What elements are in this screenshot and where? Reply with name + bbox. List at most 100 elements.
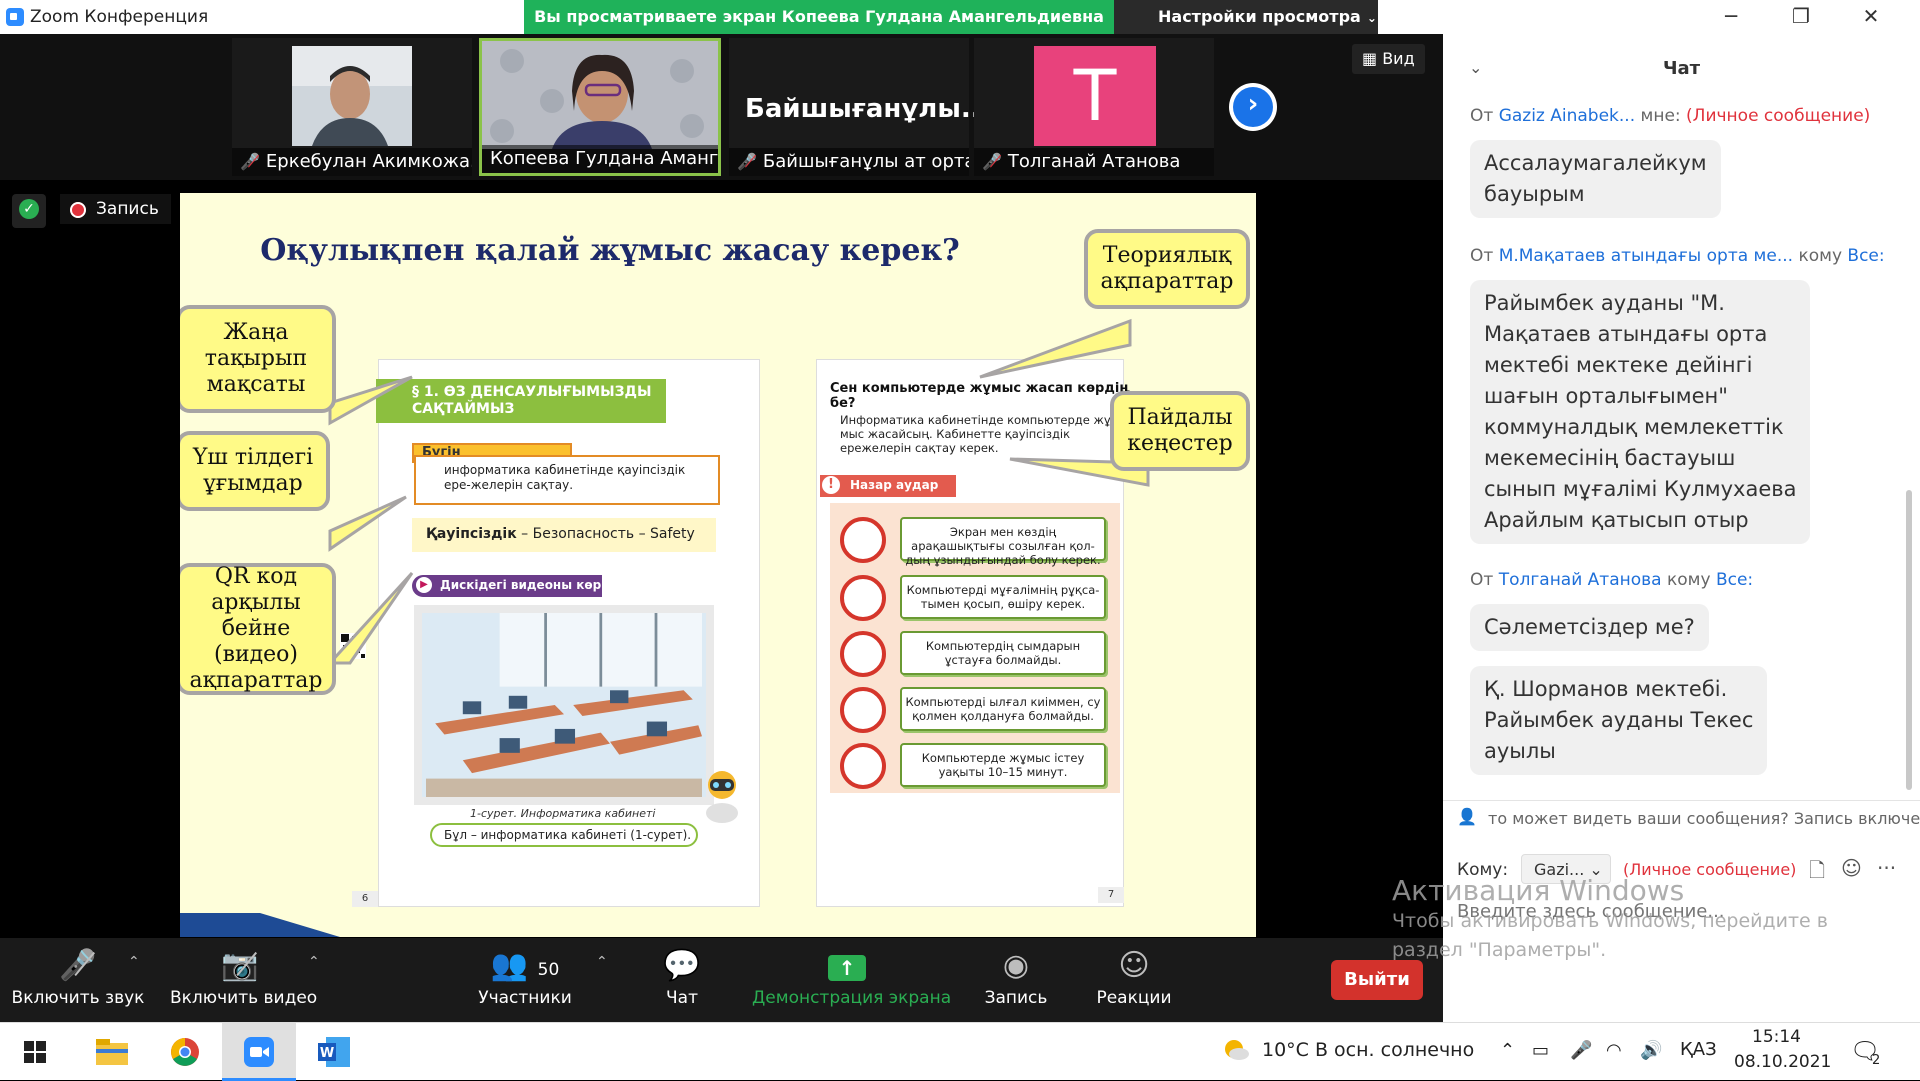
participant-name: 🎤̸ Еркебулан Акимкожа... [232,148,472,176]
chat-privacy-notice[interactable]: то может видеть ваши сообщения? Запись в… [1443,800,1920,834]
unmute-label: Включить звук [11,988,145,1008]
sender-name[interactable]: Gaziz Ainabek... [1499,106,1635,126]
participant-tile[interactable]: T 🎤̸ Толганай Атанова [974,38,1214,176]
message-line: ауылы [1484,739,1556,763]
clock-time[interactable]: 15:14 [1752,1027,1801,1047]
wifi-icon[interactable]: ◠ [1606,1040,1622,1061]
participants-options-caret[interactable]: ⌃ [596,954,608,970]
sender-name[interactable]: Толганай Атанова [1499,570,1662,590]
view-settings-label: Настройки просмотра [1158,7,1361,26]
video-strip [0,34,1443,180]
to-label: Кому: [1457,860,1509,880]
participant-video [482,41,718,149]
view-settings-button[interactable]: Настройки просмотра ⌄ [1114,0,1378,34]
record-button[interactable]: ◉ Запись [976,938,1056,1022]
callout-useful-tips: Пайдалы кеңестер [1110,391,1250,471]
battery-icon[interactable]: ▭ [1532,1040,1549,1061]
keyboard-language[interactable]: ҚАЗ [1680,1039,1717,1060]
emoji-icon[interactable]: ☺ [1841,856,1862,880]
message-line: шағын орталығымен" [1484,384,1728,408]
emoji-add-icon: ☺ [1118,948,1150,983]
mic-muted-icon: 🎤̸ [240,152,260,171]
reactions-button[interactable]: ☺ Реакции [1094,938,1174,1022]
chat-button[interactable]: 💬 Чат [652,938,712,1022]
recipient: (Личное сообщение) [1686,106,1871,126]
weather-text[interactable]: 10°C В осн. солнечно [1262,1039,1474,1061]
message-line: коммуналдық мемлекеттік [1484,415,1784,439]
taskbar-chrome[interactable] [148,1023,222,1081]
participant-display-name: Байшығанұлы... [745,94,991,124]
chat-label: Чат [666,988,698,1008]
notification-count: 2 [1872,1053,1881,1068]
taskbar-word[interactable]: W [296,1023,370,1081]
more-options-icon[interactable]: ··· [1877,856,1896,880]
participants-label: Участники [478,988,572,1008]
screen-share-banner: Вы просматриваете экран Копеева Гулдана … [524,0,1114,34]
chat-bubble-icon: 💬 [663,948,701,983]
participant-name: 🎤̸ Байшығанұлы ат орта... [729,148,969,176]
sender-name[interactable]: М.Мақатаев атындағы орта ме... [1499,246,1793,266]
minimize-button[interactable]: ─ [1703,0,1759,34]
participant-name-text: Еркебулан Акимкожа... [265,151,472,172]
close-button[interactable]: ✕ [1843,0,1899,34]
view-button-label: Вид [1382,49,1415,68]
recipient-select-value: Gazi... [1534,860,1585,879]
message-line: сынып мұғалімі Кулмухаева [1484,477,1797,501]
participants-button[interactable]: 👥 50 Участники [470,938,580,1022]
start-video-label: Включить видео [170,988,318,1008]
share-screen-button[interactable]: ↑ Демонстрация экрана [752,938,951,1022]
participant-tile[interactable]: 🎤̸ Еркебулан Акимкожа... [232,38,472,176]
zoom-meeting-window: Zoom Конференция Вы просматриваете экран… [0,0,1443,1022]
unmute-button[interactable]: 🎤̸ Включить звук [10,938,146,1022]
recipient-row: Кому: Gazi... ⌄ (Личное сообщение) 🗋 ☺ ·… [1443,850,1920,886]
weather-sun-icon[interactable] [1220,1035,1250,1065]
private-message-label: (Личное сообщение) [1623,860,1797,879]
message-line: Райымбек ауданы "М. [1484,291,1725,315]
participant-name: Копеева Гулдана Аманге... [482,145,718,173]
file-icon[interactable]: 🗋 [1809,856,1825,890]
windows-logo-icon [24,1041,46,1063]
recipient-select[interactable]: Gazi... ⌄ [1521,854,1611,884]
chat-message-input[interactable] [1457,896,1897,926]
zoom-icon [244,1037,274,1067]
clock-date[interactable]: 08.10.2021 [1734,1052,1831,1072]
message-line: мектебі мектеке дейінгі [1484,353,1753,377]
mic-muted-icon: 🎤̸ [982,152,1002,171]
chevron-up-icon[interactable]: ⌃ [1500,1040,1515,1061]
security-shield-icon[interactable] [12,194,46,228]
leave-meeting-button[interactable]: Выйти [1331,960,1423,1000]
microphone-icon[interactable]: 🎤 [1570,1040,1592,1061]
participant-tile[interactable]: Байшығанұлы... 🎤̸ Байшығанұлы ат орта... [729,38,990,176]
zoom-app-icon [6,8,24,26]
video-camera-off-icon: 📷̸ [221,948,259,983]
message-line: Қ. Шорманов мектебі. [1484,677,1728,701]
start-video-button[interactable]: 📷̸ Включить видео [170,938,318,1022]
message-line: Сәлеметсіздер ме? [1484,615,1695,639]
share-screen-icon-wrap: ↑ [752,944,942,988]
recipient: Все: [1715,570,1754,590]
video-options-caret[interactable]: ⌃ [308,954,320,970]
chat-scrollbar[interactable] [1906,490,1912,790]
to-label: кому [1661,570,1716,590]
windows-taskbar: W 10°C В осн. солнечно ⌃ ▭ 🎤 ◠ 🔊 ҚАЗ 15:… [0,1022,1920,1081]
volume-icon[interactable]: 🔊 [1640,1040,1662,1061]
message-line: Райымбек ауданы Текес [1484,708,1754,732]
chat-message: Сәлеметсіздер ме? [1470,604,1709,651]
chat-message: Қ. Шорманов мектебі. Райымбек ауданы Тек… [1470,666,1768,775]
meeting-toolbar: 🎤̸ Включить звук ⌃ 📷̸ Включить видео ⌃ 👥… [0,938,1443,1022]
chat-title: Чат [1662,58,1701,79]
start-button[interactable] [0,1023,74,1081]
view-button[interactable]: ▦ Вид [1352,44,1425,74]
recording-indicator[interactable]: Запись [60,194,171,224]
taskbar-file-explorer[interactable] [74,1023,148,1081]
next-page-button[interactable]: › [1229,83,1277,131]
participant-tile-active-speaker[interactable]: Копеева Гулдана Аманге... [479,38,721,176]
audio-options-caret[interactable]: ⌃ [128,954,140,970]
callout-qr-video: QR код арқылы бейне (видео) ақпараттар [180,563,336,695]
taskbar-zoom[interactable] [222,1023,296,1081]
chevron-down-icon: ⌄ [1366,11,1377,25]
chevron-down-icon: ⌄ [1589,860,1603,879]
restore-button[interactable]: ❐ [1773,0,1829,34]
chat-panel: ─ ❐ ✕ ⌄ Чат От Gaziz Ainabek... мне: (Ли… [1443,0,1920,1022]
reactions-label: Реакции [1096,988,1172,1008]
